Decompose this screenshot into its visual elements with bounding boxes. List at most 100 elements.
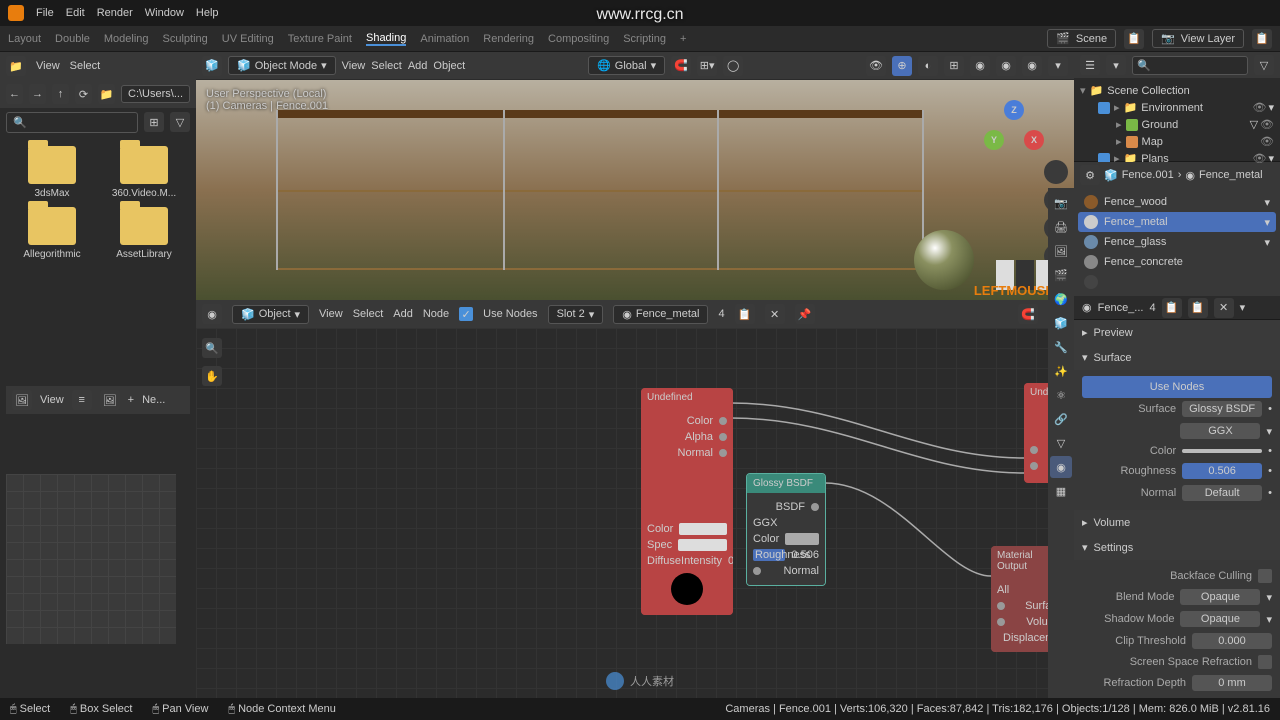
node-undefined-1[interactable]: Undefined Color Alpha Normal Color Spec … bbox=[641, 388, 733, 615]
backface-checkbox[interactable] bbox=[1258, 569, 1272, 583]
uv-grid[interactable] bbox=[6, 474, 176, 644]
display-mode-icon[interactable]: 📁 bbox=[6, 56, 26, 76]
tab-world-icon[interactable]: 🌍 bbox=[1050, 288, 1072, 310]
img-mode-icon[interactable]: 🖼 bbox=[100, 390, 120, 410]
blend-mode-field[interactable]: Opaque bbox=[1180, 589, 1260, 605]
tab-modeling[interactable]: Modeling bbox=[104, 33, 149, 45]
shading-rendered-icon[interactable]: ◉ bbox=[1022, 56, 1042, 76]
mat-unlink-icon[interactable]: ✕ bbox=[765, 304, 785, 324]
scene-selector[interactable]: 🎬Scene bbox=[1047, 29, 1116, 48]
mat-users[interactable]: 4 bbox=[718, 308, 724, 320]
snap-target-icon[interactable]: ⊞▾ bbox=[697, 56, 717, 76]
mat-new-icon[interactable]: 📋 bbox=[735, 304, 755, 324]
fb-select-menu[interactable]: Select bbox=[70, 60, 101, 72]
file-search-input[interactable]: 🔍 bbox=[6, 112, 138, 133]
refr-depth-field[interactable]: 0 mm bbox=[1192, 675, 1272, 691]
normal-field[interactable]: Default bbox=[1182, 485, 1262, 501]
tab-object-icon[interactable]: 🧊 bbox=[1050, 312, 1072, 334]
nav-newdir-icon[interactable]: 📁 bbox=[98, 84, 115, 104]
tab-render-icon[interactable]: 📷 bbox=[1050, 192, 1072, 214]
panel-settings[interactable]: ▾Settings bbox=[1074, 535, 1280, 560]
mat-slot[interactable]: Fence_glass▾ bbox=[1078, 232, 1276, 252]
nav-back-icon[interactable]: ← bbox=[6, 84, 23, 104]
overlay-toggle-icon[interactable]: ⊕ bbox=[892, 56, 912, 76]
tab-texture-icon[interactable]: ▦ bbox=[1050, 480, 1072, 502]
img-view-menu[interactable]: View bbox=[40, 394, 64, 406]
ne-view-menu[interactable]: View bbox=[319, 308, 343, 320]
panel-surface[interactable]: ▾Surface bbox=[1074, 345, 1280, 370]
pin-icon[interactable]: 📌 bbox=[795, 304, 815, 324]
fb-view-menu[interactable]: View bbox=[36, 60, 60, 72]
vp-add-menu[interactable]: Add bbox=[408, 60, 428, 72]
tab-animation[interactable]: Animation bbox=[420, 33, 469, 45]
ne-node-menu[interactable]: Node bbox=[423, 308, 449, 320]
ne-select-menu[interactable]: Select bbox=[353, 308, 384, 320]
zoom-tool-icon[interactable]: 🔍 bbox=[202, 338, 222, 358]
axis-y-icon[interactable]: Y bbox=[984, 130, 1004, 150]
tab-layout[interactable]: Layout bbox=[8, 33, 41, 45]
snap-icon[interactable]: 🧲 bbox=[671, 56, 691, 76]
folder-item[interactable]: AssetLibrary bbox=[102, 207, 186, 260]
tab-material-icon[interactable]: ◉ bbox=[1050, 456, 1072, 478]
panel-volume[interactable]: ▸Volume bbox=[1074, 510, 1280, 535]
tab-physics-icon[interactable]: ⚛ bbox=[1050, 384, 1072, 406]
tab-uv[interactable]: UV Editing bbox=[222, 33, 274, 45]
mat-slot[interactable]: Fence_wood▾ bbox=[1078, 192, 1276, 212]
image-editor-icon[interactable]: 🖼 bbox=[12, 390, 32, 410]
path-field[interactable]: C:\Users\... bbox=[121, 85, 190, 103]
roughness-field[interactable]: 0.506 bbox=[1182, 463, 1262, 479]
outliner-filter-icon[interactable]: ▽ bbox=[1254, 55, 1274, 75]
orientation-selector[interactable]: 🌐Global▾ bbox=[588, 56, 665, 75]
tab-particle-icon[interactable]: ✨ bbox=[1050, 360, 1072, 382]
ne-add-menu[interactable]: Add bbox=[393, 308, 413, 320]
mode-selector[interactable]: 🧊Object Mode▾ bbox=[228, 56, 336, 75]
editor-type-icon[interactable]: 🧊 bbox=[202, 56, 222, 76]
display-grid-icon[interactable]: ⊞ bbox=[144, 112, 164, 132]
viewport-3d[interactable]: User Perspective (Local) (1) Cameras | F… bbox=[196, 80, 1074, 300]
use-nodes-checkbox[interactable]: ✓ bbox=[459, 307, 473, 321]
use-nodes-button[interactable]: Use Nodes bbox=[1082, 376, 1272, 398]
shading-wire-icon[interactable]: ⊞ bbox=[944, 56, 964, 76]
nav-up-icon[interactable]: ↑ bbox=[52, 84, 69, 104]
axis-x-icon[interactable]: X bbox=[1024, 130, 1044, 150]
tree-collection[interactable]: ▾📁Scene Collection bbox=[1074, 82, 1280, 99]
shading-matprev-icon[interactable]: ◉ bbox=[996, 56, 1016, 76]
tab-compositing[interactable]: Compositing bbox=[548, 33, 609, 45]
img-new[interactable]: + bbox=[128, 394, 134, 406]
mat-browse-icon[interactable]: 📋 bbox=[1162, 298, 1182, 318]
tab-constraint-icon[interactable]: 🔗 bbox=[1050, 408, 1072, 430]
nav-gizmo[interactable]: Z Y X bbox=[984, 100, 1044, 160]
shader-type-selector[interactable]: 🧊Object▾ bbox=[232, 305, 309, 324]
vp-view-menu[interactable]: View bbox=[342, 60, 366, 72]
viewlayer-selector[interactable]: 📷View Layer bbox=[1152, 29, 1244, 48]
color-field[interactable] bbox=[1182, 449, 1262, 453]
img-menu-icon[interactable]: ≡ bbox=[72, 390, 92, 410]
node-glossy-bsdf[interactable]: Glossy BSDF BSDF GGX Color Roughness0.50… bbox=[746, 473, 826, 586]
folder-item[interactable]: 360.Video.M... bbox=[102, 146, 186, 199]
tree-item[interactable]: ▸Map👁 bbox=[1074, 133, 1280, 150]
tab-add[interactable]: + bbox=[680, 33, 686, 45]
folder-item[interactable]: 3dsMax bbox=[10, 146, 94, 199]
tab-sculpting[interactable]: Sculpting bbox=[163, 33, 208, 45]
pan-tool-icon[interactable]: ✋ bbox=[202, 366, 222, 386]
xray-icon[interactable]: ◐ bbox=[918, 56, 938, 76]
gizmo-toggle-icon[interactable]: 👁 bbox=[866, 56, 886, 76]
shading-options-icon[interactable]: ▾ bbox=[1048, 56, 1068, 76]
tab-output-icon[interactable]: 🖨 bbox=[1050, 216, 1072, 238]
mat-slot[interactable]: Fence_concrete bbox=[1078, 252, 1276, 272]
menu-file[interactable]: File bbox=[36, 7, 54, 19]
node-canvas[interactable]: 🔍 ✋ Undefined Color Alpha Normal Colo bbox=[196, 328, 1074, 720]
mat-slot-empty[interactable] bbox=[1078, 272, 1276, 292]
shading-solid-icon[interactable]: ◉ bbox=[970, 56, 990, 76]
shadow-mode-field[interactable]: Opaque bbox=[1180, 611, 1260, 627]
slot-selector[interactable]: Slot 2▾ bbox=[548, 305, 604, 324]
mat-copy-icon[interactable]: 📋 bbox=[1188, 298, 1208, 318]
menu-edit[interactable]: Edit bbox=[66, 7, 85, 19]
shader-editor-icon[interactable]: ◉ bbox=[202, 304, 222, 324]
vp-object-menu[interactable]: Object bbox=[433, 60, 465, 72]
tree-item[interactable]: ▸Ground▽👁 bbox=[1074, 116, 1280, 133]
zoom-icon[interactable] bbox=[1044, 160, 1068, 184]
outliner-search-input[interactable]: 🔍 bbox=[1132, 56, 1248, 75]
viewlayer-new-icon[interactable]: 📋 bbox=[1252, 29, 1272, 49]
folder-item[interactable]: Allegorithmic bbox=[10, 207, 94, 260]
